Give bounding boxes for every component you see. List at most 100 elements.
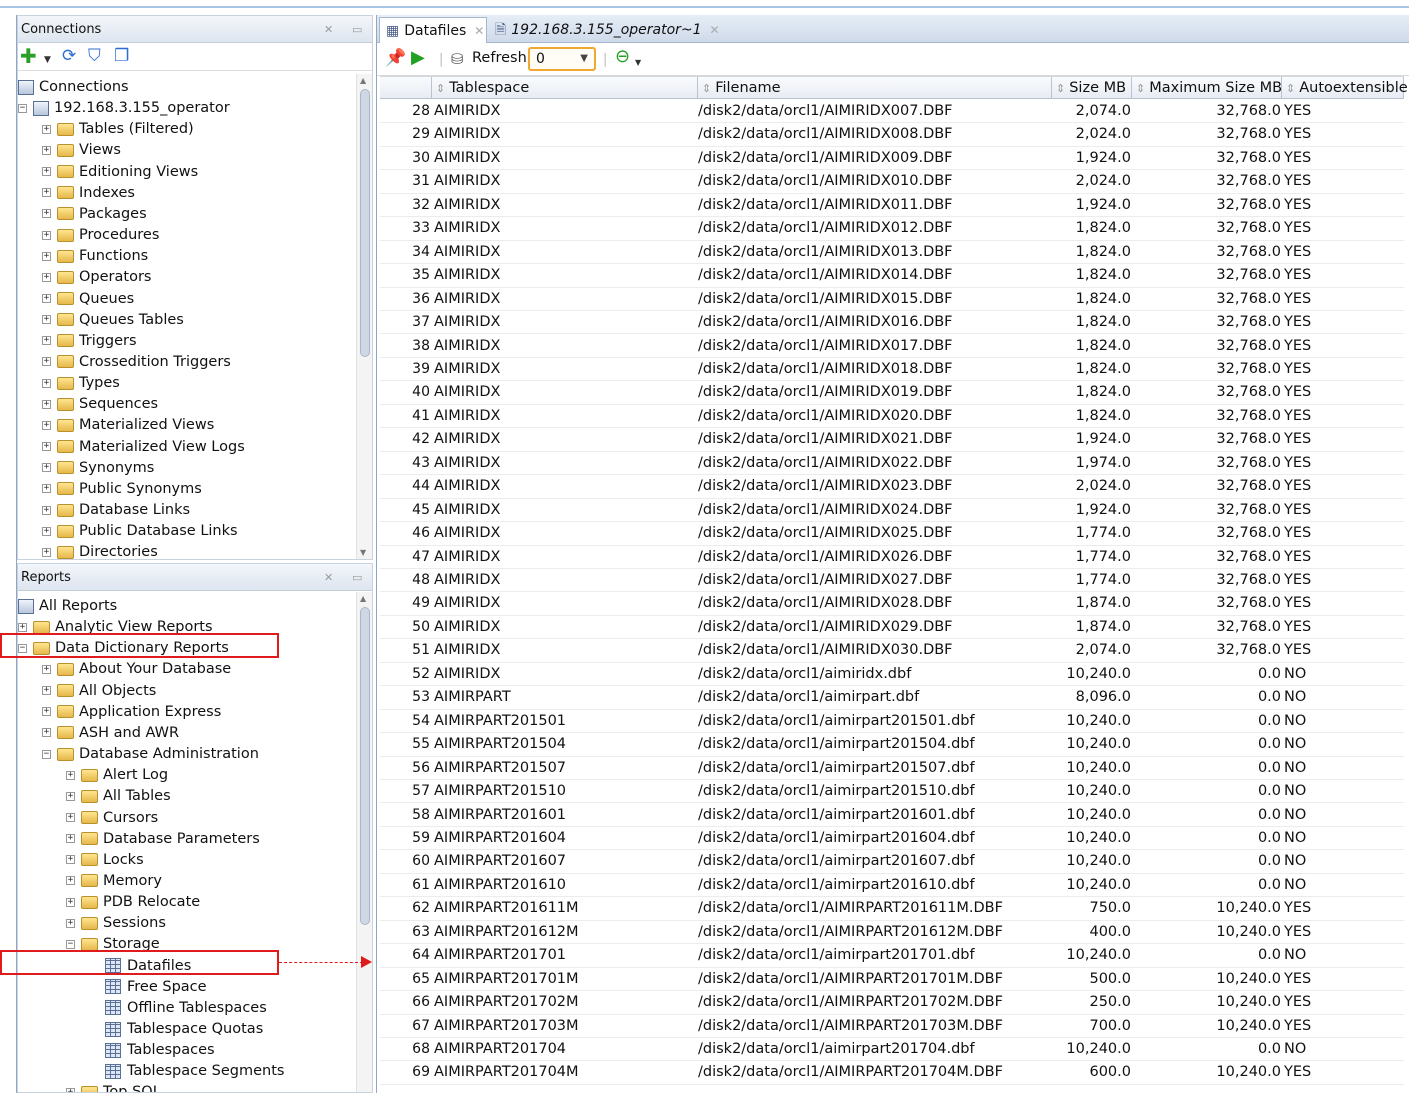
table-row[interactable]: 31 AIMIRIDX/disk2/data/orcl1/AIMIRIDX010.… bbox=[380, 170, 1404, 194]
tree-item[interactable]: + PDB Relocate bbox=[66, 892, 200, 913]
tab-sql-worksheet[interactable]: 🗎 192.168.3.155_operator~1 ✕ bbox=[489, 17, 720, 43]
schema-browser-icon[interactable]: ❐ bbox=[114, 47, 129, 65]
tree-item[interactable]: + About Your Database bbox=[42, 659, 231, 680]
expand-icon[interactable]: + bbox=[42, 145, 51, 155]
tree-item[interactable]: + Tables (Filtered) bbox=[42, 119, 194, 140]
tree-item[interactable]: + All Tables bbox=[66, 786, 171, 807]
tree-item[interactable]: + Crossedition Triggers bbox=[42, 352, 231, 373]
scroll-up-icon[interactable]: ▲ bbox=[360, 76, 366, 85]
table-row[interactable]: 37 AIMIRIDX/disk2/data/orcl1/AIMIRIDX016.… bbox=[380, 311, 1404, 335]
table-row[interactable]: 61 AIMIRPART201610/disk2/data/orcl1/aimir… bbox=[380, 874, 1404, 898]
expand-icon[interactable]: + bbox=[66, 897, 75, 907]
table-row[interactable]: 62 AIMIRPART201611M/disk2/data/orcl1/AIMI… bbox=[380, 897, 1404, 921]
tree-item[interactable]: + ASH and AWR bbox=[42, 723, 179, 744]
tree-item[interactable]: + Synonyms bbox=[42, 458, 154, 479]
close-icon[interactable]: ✕ bbox=[710, 23, 720, 37]
expand-icon[interactable]: + bbox=[42, 547, 51, 557]
refresh-interval-select[interactable]: 0 ▼ bbox=[528, 47, 596, 71]
collapse-icon[interactable]: − bbox=[66, 939, 75, 949]
tree-item[interactable]: + Alert Log bbox=[66, 765, 168, 786]
scrollbar-thumb[interactable] bbox=[360, 607, 370, 925]
close-icon[interactable]: ✕ bbox=[324, 564, 333, 591]
column-header-tablespace[interactable]: ⇕ Tablespace bbox=[432, 77, 698, 99]
expand-icon[interactable]: + bbox=[42, 188, 51, 198]
expand-icon[interactable]: + bbox=[18, 622, 27, 632]
table-row[interactable]: 50 AIMIRIDX/disk2/data/orcl1/AIMIRIDX029.… bbox=[380, 616, 1404, 640]
table-row[interactable]: 59 AIMIRPART201604/disk2/data/orcl1/aimir… bbox=[380, 827, 1404, 851]
tree-item[interactable]: + Database Links bbox=[42, 500, 190, 521]
chevron-down-icon[interactable]: ▼ bbox=[44, 51, 51, 69]
collapse-icon[interactable]: − bbox=[42, 749, 51, 759]
tree-item[interactable]: + All Objects bbox=[42, 681, 156, 702]
expand-icon[interactable]: + bbox=[42, 230, 51, 240]
tree-item[interactable]: + Top SQL bbox=[66, 1082, 161, 1092]
expand-icon[interactable]: + bbox=[66, 876, 75, 886]
tree-item[interactable]: + Public Database Links bbox=[42, 521, 238, 542]
tree-item[interactable]: + Queues bbox=[42, 289, 134, 310]
tree-item[interactable]: + Memory bbox=[66, 871, 162, 892]
table-row[interactable]: 29 AIMIRIDX/disk2/data/orcl1/AIMIRIDX008.… bbox=[380, 123, 1404, 147]
table-row[interactable]: 51 AIMIRIDX/disk2/data/orcl1/AIMIRIDX030.… bbox=[380, 639, 1404, 663]
expand-icon[interactable]: + bbox=[66, 834, 75, 844]
connections-scrollbar[interactable]: ▲ ▼ bbox=[356, 74, 372, 559]
table-row[interactable]: 56 AIMIRPART201507/disk2/data/orcl1/aimir… bbox=[380, 757, 1404, 781]
tree-item[interactable]: − 192.168.3.155_operator bbox=[18, 98, 230, 119]
expand-icon[interactable]: + bbox=[66, 918, 75, 928]
scrollbar-thumb[interactable] bbox=[360, 89, 370, 357]
column-header-size-mb[interactable]: ⇕ Size MB bbox=[1052, 77, 1132, 99]
table-row[interactable]: 44 AIMIRIDX/disk2/data/orcl1/AIMIRIDX023.… bbox=[380, 475, 1404, 499]
table-row[interactable]: 35 AIMIRIDX/disk2/data/orcl1/AIMIRIDX014.… bbox=[380, 264, 1404, 288]
table-row[interactable]: 34 AIMIRIDX/disk2/data/orcl1/AIMIRIDX013.… bbox=[380, 241, 1404, 265]
table-row[interactable]: 41 AIMIRIDX/disk2/data/orcl1/AIMIRIDX020.… bbox=[380, 405, 1404, 429]
tree-item[interactable]: + Application Express bbox=[42, 702, 221, 723]
tree-item[interactable]: + Directories bbox=[42, 542, 158, 559]
close-icon[interactable]: ✕ bbox=[324, 16, 333, 43]
table-row[interactable]: 67 AIMIRPART201703M/disk2/data/orcl1/AIMI… bbox=[380, 1015, 1404, 1038]
column-header-maximum-size-mb[interactable]: ⇕ Maximum Size MB bbox=[1132, 77, 1282, 99]
tree-item[interactable]: + Queues Tables bbox=[42, 310, 184, 331]
table-row[interactable]: 65 AIMIRPART201701M/disk2/data/orcl1/AIMI… bbox=[380, 968, 1404, 992]
expand-icon[interactable]: + bbox=[42, 167, 51, 177]
minimize-icon[interactable]: ▭ bbox=[352, 564, 362, 591]
table-row[interactable]: 38 AIMIRIDX/disk2/data/orcl1/AIMIRIDX017.… bbox=[380, 335, 1404, 358]
column-header-autoextensible[interactable]: ⇕ Autoextensible bbox=[1282, 77, 1408, 99]
tree-item[interactable]: − Database Administration bbox=[42, 744, 259, 765]
expand-icon[interactable]: + bbox=[66, 813, 75, 822]
tree-item[interactable]: + Indexes bbox=[42, 183, 135, 204]
scroll-up-icon[interactable]: ▲ bbox=[360, 594, 366, 603]
tree-item[interactable]: + Functions bbox=[42, 246, 148, 267]
expand-icon[interactable]: + bbox=[42, 124, 51, 134]
tree-item[interactable]: + Materialized View Logs bbox=[42, 437, 245, 458]
expand-icon[interactable]: + bbox=[42, 251, 51, 261]
tree-item[interactable]: Free Space bbox=[90, 977, 207, 998]
minimize-icon[interactable]: ▭ bbox=[352, 16, 362, 43]
add-connection-icon[interactable]: ✚ bbox=[20, 46, 37, 66]
expand-icon[interactable]: + bbox=[42, 728, 51, 738]
expand-icon[interactable]: + bbox=[42, 442, 51, 452]
table-row[interactable]: 45 AIMIRIDX/disk2/data/orcl1/AIMIRIDX024.… bbox=[380, 499, 1404, 523]
table-row[interactable]: 30 AIMIRIDX/disk2/data/orcl1/AIMIRIDX009.… bbox=[380, 147, 1404, 171]
tree-item[interactable]: Offline Tablespaces bbox=[90, 998, 267, 1019]
expand-icon[interactable]: + bbox=[42, 294, 51, 303]
collapse-icon[interactable]: − bbox=[18, 103, 27, 113]
expand-icon[interactable]: + bbox=[42, 526, 51, 536]
tree-item[interactable]: + Sessions bbox=[66, 913, 166, 934]
tree-item[interactable]: + Public Synonyms bbox=[42, 479, 202, 500]
table-row[interactable]: 46 AIMIRIDX/disk2/data/orcl1/AIMIRIDX025.… bbox=[380, 522, 1404, 546]
tab-datafiles[interactable]: ▦ Datafiles ✕ bbox=[379, 17, 487, 43]
tree-item[interactable]: Connections bbox=[18, 77, 129, 98]
table-row[interactable]: 48 AIMIRIDX/disk2/data/orcl1/AIMIRIDX027.… bbox=[380, 569, 1404, 593]
chevron-down-icon[interactable]: ▼ bbox=[635, 54, 641, 72]
expand-icon[interactable]: + bbox=[42, 505, 51, 515]
run-icon[interactable]: ▶ bbox=[411, 49, 425, 67]
expand-icon[interactable]: + bbox=[42, 399, 51, 409]
table-row[interactable]: 33 AIMIRIDX/disk2/data/orcl1/AIMIRIDX012.… bbox=[380, 217, 1404, 241]
expand-icon[interactable]: + bbox=[42, 707, 51, 717]
back-icon[interactable]: ⊖ bbox=[615, 48, 630, 66]
expand-icon[interactable]: + bbox=[66, 855, 75, 865]
tree-item[interactable]: Tablespaces bbox=[90, 1040, 215, 1061]
table-row[interactable]: 64 AIMIRPART201701/disk2/data/orcl1/aimir… bbox=[380, 944, 1404, 968]
expand-icon[interactable]: + bbox=[42, 420, 51, 430]
pin-icon[interactable]: 📌 bbox=[385, 49, 406, 67]
table-row[interactable]: 39 AIMIRIDX/disk2/data/orcl1/AIMIRIDX018.… bbox=[380, 358, 1404, 382]
